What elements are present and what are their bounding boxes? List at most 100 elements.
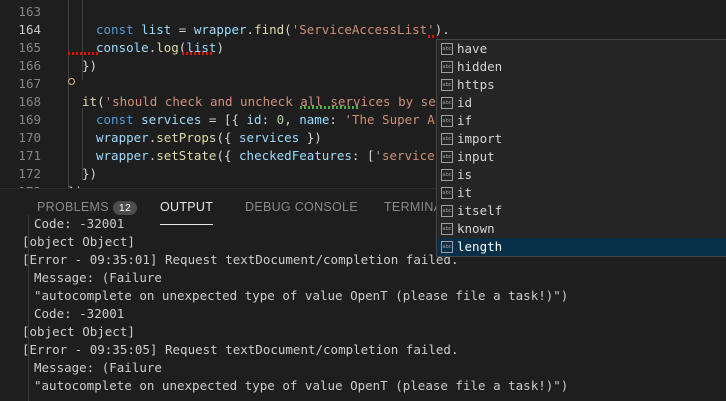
code-text: const list = wrapper.find('ServiceAccess…: [96, 21, 450, 39]
code-text: wrapper.setProps({ services }): [96, 129, 322, 147]
text-suggestion-icon: abc: [441, 79, 453, 91]
output-line: [Error - 09:35:01] Request textDocument/…: [22, 252, 459, 267]
code-token: wrapper: [96, 130, 149, 145]
code-text: wrapper.setState({ checkedFeatures: ['se…: [96, 147, 450, 165]
line-number: 163: [18, 4, 41, 19]
suggest-item[interactable]: abc if: [437, 112, 726, 130]
suggest-item[interactable]: abc length: [437, 238, 726, 256]
error-squiggle: [68, 52, 98, 55]
line-number: 170: [18, 130, 41, 145]
text-suggestion-icon: abc: [441, 223, 453, 235]
text-suggestion-icon: abc: [441, 115, 453, 127]
suggest-item-label: id: [457, 95, 473, 110]
suggest-item-label: it: [457, 185, 473, 200]
code-line[interactable]: 164 const list = wrapper.find('ServiceAcc…: [0, 21, 726, 39]
suggest-item[interactable]: abc input: [437, 148, 726, 166]
code-text: it('should check and uncheck all service…: [82, 93, 451, 111]
code-token: ({: [216, 130, 240, 145]
line-number: 165: [18, 40, 41, 55]
tab-output[interactable]: OUTPUT: [160, 200, 214, 225]
code-line[interactable]: 163: [0, 3, 726, 21]
code-token: name: [299, 112, 330, 127]
suggest-item-label: length: [457, 239, 503, 254]
text-suggestion-icon: abc: [441, 241, 453, 253]
suggest-item[interactable]: abc import: [437, 130, 726, 148]
code-token: services: [239, 130, 300, 145]
code-token: 'The Super API: [344, 112, 450, 127]
code-token: }): [299, 130, 322, 145]
code-text: }): [82, 165, 97, 183]
output-line: Message: (Failure: [34, 270, 162, 285]
line-number: 166: [18, 58, 41, 73]
code-token: ,: [284, 112, 300, 127]
error-squiggle: [428, 35, 436, 38]
tab-debug-console[interactable]: DEBUG CONSOLE: [245, 200, 358, 214]
code-token: setState: [156, 148, 217, 163]
output-line: Message: (Failure: [34, 360, 162, 375]
suggest-item-label: itself: [457, 203, 503, 218]
code-token: setProps: [156, 130, 217, 145]
indent-guide: [82, 0, 83, 80]
output-line: "autocomplete on unexpected type of valu…: [34, 378, 569, 393]
text-suggestion-icon: abc: [441, 187, 453, 199]
suggest-item[interactable]: abc id: [437, 94, 726, 112]
output-line: [object Object]: [22, 324, 135, 339]
code-token: console: [96, 40, 149, 55]
code-token: (: [97, 94, 105, 109]
error-squiggle: [182, 52, 212, 55]
code-token: log: [156, 40, 179, 55]
output-line: "autocomplete on unexpected type of valu…: [34, 288, 569, 303]
suggest-item-label: hidden: [457, 59, 503, 74]
suggest-item[interactable]: abc known: [437, 220, 726, 238]
code-token: :: [329, 112, 345, 127]
code-token: list: [141, 22, 172, 37]
line-number: 168: [18, 94, 41, 109]
code-token: ).: [434, 22, 450, 37]
code-token: }): [82, 166, 98, 181]
code-token: .: [246, 22, 255, 37]
suggest-item-label: input: [457, 149, 495, 164]
code-token: const: [96, 112, 142, 127]
code-token: =: [171, 22, 194, 37]
code-token: const: [96, 22, 142, 37]
suggest-item-label: known: [457, 221, 495, 236]
text-suggestion-icon: abc: [441, 151, 453, 163]
code-text: }): [82, 57, 97, 75]
tab-problems[interactable]: PROBLEMS 12: [37, 200, 138, 215]
suggest-item[interactable]: abc https: [437, 76, 726, 94]
line-number: 164: [18, 22, 41, 37]
text-suggestion-icon: abc: [441, 169, 453, 181]
code-token: find: [254, 22, 285, 37]
code-token: (: [284, 22, 292, 37]
text-suggestion-icon: abc: [441, 205, 453, 217]
output-line: [object Object]: [22, 234, 135, 249]
code-token: 'should check and uncheck all services b…: [104, 94, 451, 109]
suggest-item[interactable]: abc hidden: [437, 58, 726, 76]
code-token: checkedFeatures: [239, 148, 352, 163]
lightbulb-icon[interactable]: [68, 78, 75, 85]
output-line: [Error - 09:35:05] Request textDocument/…: [22, 342, 459, 357]
suggest-item-label: have: [457, 41, 488, 56]
line-number: 167: [18, 76, 41, 91]
suggest-widget: abc have abc hidden abc https abc id abc if abc imp…: [436, 39, 726, 257]
suggest-item[interactable]: abc itself: [437, 202, 726, 220]
suggest-item[interactable]: abc have: [437, 40, 726, 58]
warning-squiggle: [300, 106, 360, 109]
line-number: 171: [18, 148, 41, 163]
suggest-item[interactable]: abc is: [437, 166, 726, 184]
code-token: = [{: [201, 112, 247, 127]
code-token: }): [82, 58, 98, 73]
code-token: :: [261, 112, 277, 127]
code-token: wrapper: [96, 148, 149, 163]
suggest-item[interactable]: abc it: [437, 184, 726, 202]
code-text: const services = [{ id: 0, name: 'The Su…: [96, 111, 450, 129]
output-line: Code: -32001: [34, 216, 125, 231]
line-number: 169: [18, 112, 41, 127]
text-suggestion-icon: abc: [441, 133, 453, 145]
suggest-item-label: https: [457, 77, 495, 92]
output-line: Code: -32001: [34, 306, 125, 321]
code-token: ({: [216, 148, 240, 163]
suggest-item-label: import: [457, 131, 503, 146]
code-token: 'ServiceAccessList': [291, 22, 435, 37]
problems-count-badge: 12: [112, 201, 138, 215]
